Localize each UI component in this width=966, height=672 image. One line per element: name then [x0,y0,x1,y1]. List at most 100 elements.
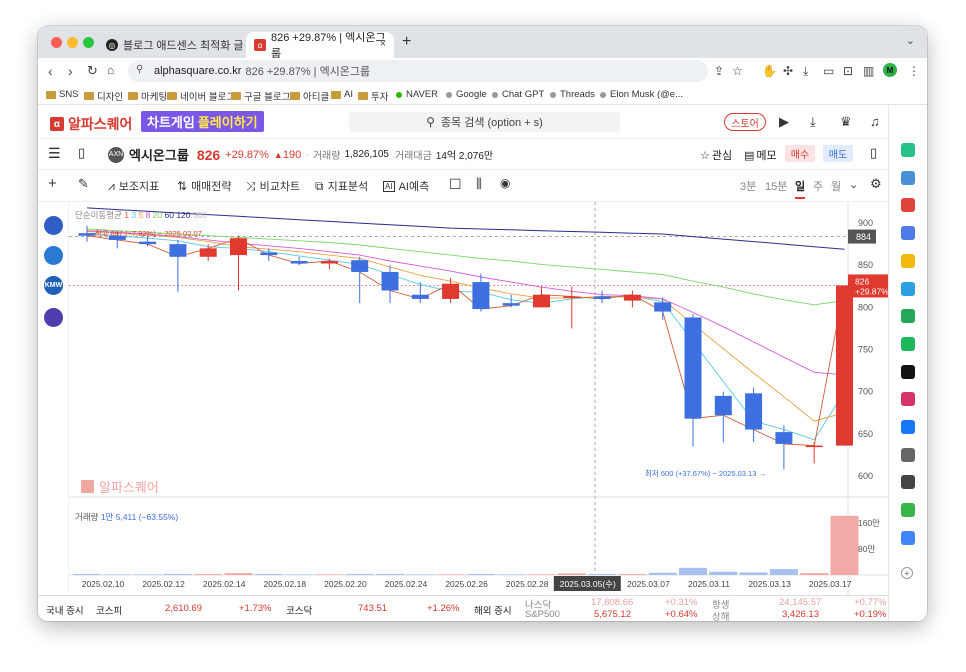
search-placeholder: 종목 검색 (option + s) [440,117,543,129]
strategy-button[interactable]: ⇅ 매매전략 [177,178,232,194]
left-app-icon[interactable] [44,308,63,327]
left-app-icon[interactable]: KMW [44,276,63,295]
download-icon[interactable]: ⤓ [803,64,808,79]
chart-game-promo-button[interactable]: 차트게임 플레이하기 [141,111,264,132]
store-button[interactable]: 스토어 [724,113,766,131]
sell-button[interactable]: 매도 [823,145,853,162]
menu-hamburger-icon[interactable]: ☰ [48,145,61,162]
add-sidebar-icon[interactable]: + [901,567,913,579]
sidebar-app-icon[interactable] [901,392,915,407]
period-week[interactable]: 주 [813,178,823,194]
sidebar-app-icon[interactable] [901,364,915,379]
browser-window: ◎ 블로그 애드센스 최적화 글쓰기 α 826 +29.87% | 엑시온그룹… [38,26,927,621]
bookmark-folder[interactable]: 투자 [358,89,388,103]
right-panel-toggle-icon[interactable]: ▯ [870,145,877,161]
left-app-icon[interactable] [44,216,63,235]
buy-button[interactable]: 매수 [785,145,815,162]
close-tab-icon[interactable]: × [380,38,386,50]
back-arrow-icon[interactable]: ‹ [48,63,53,79]
site-info-icon[interactable]: ⚲ [136,64,143,75]
left-app-icon[interactable] [44,246,63,265]
share-icon[interactable]: ⇪ [714,64,724,78]
panel-toggle-icon[interactable]: ▯ [78,145,85,161]
url-field[interactable]: ⚲ alphasquare.co.kr 826 +29.87% | 엑시온그룹 [128,60,708,82]
browser-tab-2[interactable]: α 826 +29.87% | 엑시온그룹 × [246,32,394,60]
memo-button[interactable]: ▤ 메모 [744,147,777,163]
trophy-icon[interactable]: ♛ [840,114,852,130]
site-logo[interactable]: α 알파스퀘어 [50,114,132,134]
chevron-down-icon[interactable]: ⌄ [849,178,858,191]
sidebar-app-icon[interactable] [901,447,915,462]
sidebar-toggle-icon[interactable]: ▥ [863,64,874,78]
bookmark-folder[interactable]: 아티클 [290,89,329,103]
period-month[interactable]: 월 [831,178,841,194]
bookmark-folder[interactable]: 네이버 블로그 [167,89,235,103]
period-day[interactable]: 일 [795,178,806,199]
camera-icon[interactable]: ◉ [500,176,510,190]
volume-bar [376,574,404,575]
profile-avatar[interactable]: M [883,63,897,77]
bookmark-link[interactable]: Elon Musk (@e... [600,89,683,100]
browser-tab-1[interactable]: ◎ 블로그 애드센스 최적화 글쓰기 [98,32,244,58]
chevron-down-icon[interactable]: ⌄ [906,34,915,47]
compare-chart-button[interactable]: ⤨ 비교차트 [246,178,300,194]
bookmark-link[interactable]: NAVER [396,89,438,100]
sidebar-app-icon[interactable] [901,281,915,296]
sidebar-app-icon[interactable] [901,253,915,268]
watch-button[interactable]: ☆ 관심 [700,147,732,163]
bookmark-star-icon[interactable]: ☆ [732,64,743,78]
draw-pencil-icon[interactable]: ✎ [78,176,89,192]
new-tab-button[interactable]: + [402,33,411,51]
kospi-label[interactable]: 코스피 [96,603,122,617]
shanghai-label[interactable]: 상해 [712,609,729,621]
ai-predict-button[interactable]: AI AI예측 [383,178,429,194]
home-icon[interactable]: ⌂ [107,63,114,77]
indicator-analysis-button[interactable]: ⧉ 지표분석 [315,178,368,194]
stock-search-input[interactable]: ⚲ 종목 검색 (option + s) [349,112,620,132]
screenshot-icon[interactable]: ⊡ [843,64,853,78]
sidebar-app-icon[interactable] [901,475,915,490]
download-app-icon[interactable]: ⤓ [810,114,816,130]
sidebar-app-icon[interactable] [901,198,915,213]
bookmark-folder[interactable]: 구글 블로그 [231,89,290,103]
bookmark-folder[interactable]: 마케팅 [128,89,167,103]
close-window-button[interactable] [51,37,62,48]
extensions-puzzle-icon[interactable]: ✣ [783,64,793,78]
more-menu-icon[interactable]: ⋮ [908,64,920,78]
bookmark-folder[interactable]: SNS [46,89,79,100]
sidebar-app-icon[interactable] [901,336,915,351]
sidebar-app-icon[interactable] [901,226,915,241]
kosdaq-label[interactable]: 코스닥 [286,603,312,617]
add-icon[interactable]: + [48,175,57,192]
sidebar-app-icon[interactable] [901,309,915,324]
cast-icon[interactable]: ▭ [823,64,834,78]
bookmark-folder[interactable]: AI [331,89,353,100]
bookmark-link[interactable]: Chat GPT [492,89,544,100]
settings-gear-icon[interactable]: ⚙ [870,176,882,192]
minimize-window-button[interactable] [67,37,78,48]
indicator-button[interactable]: ⩘ 보조지표 [108,178,159,194]
reload-icon[interactable]: ↻ [87,63,98,79]
bookmark-link[interactable]: Google [446,89,487,100]
period-15min[interactable]: 15분 [765,178,787,194]
square-icon[interactable]: ☐ [449,176,462,193]
period-3min[interactable]: 3분 [740,178,756,194]
strategy-icon: ⇅ [177,179,188,193]
notification-bell-icon[interactable]: ♫ [870,114,880,129]
video-icon[interactable]: ▶ [779,114,789,130]
sidebar-app-icon[interactable] [901,420,915,434]
x-tick-label: 2025.02.24 [385,579,428,589]
bookmark-link[interactable]: Threads [550,89,595,100]
candlestick-icon[interactable]: ⫼ [476,176,482,192]
sidebar-app-icon[interactable] [901,530,915,545]
sp500-label[interactable]: S&P500 [525,609,560,620]
bookmark-folder[interactable]: 디자인 [84,89,123,103]
maximize-window-button[interactable] [83,37,94,48]
extension-hand-icon[interactable]: ✋ [762,64,777,78]
sidebar-app-icon[interactable] [901,143,915,157]
sidebar-app-icon[interactable] [901,170,915,185]
sidebar-app-icon[interactable] [901,503,915,518]
forward-arrow-icon[interactable]: › [68,63,73,79]
bookmark-label: 마케팅 [141,92,168,103]
stock-name[interactable]: 엑시온그룹 [129,145,189,164]
